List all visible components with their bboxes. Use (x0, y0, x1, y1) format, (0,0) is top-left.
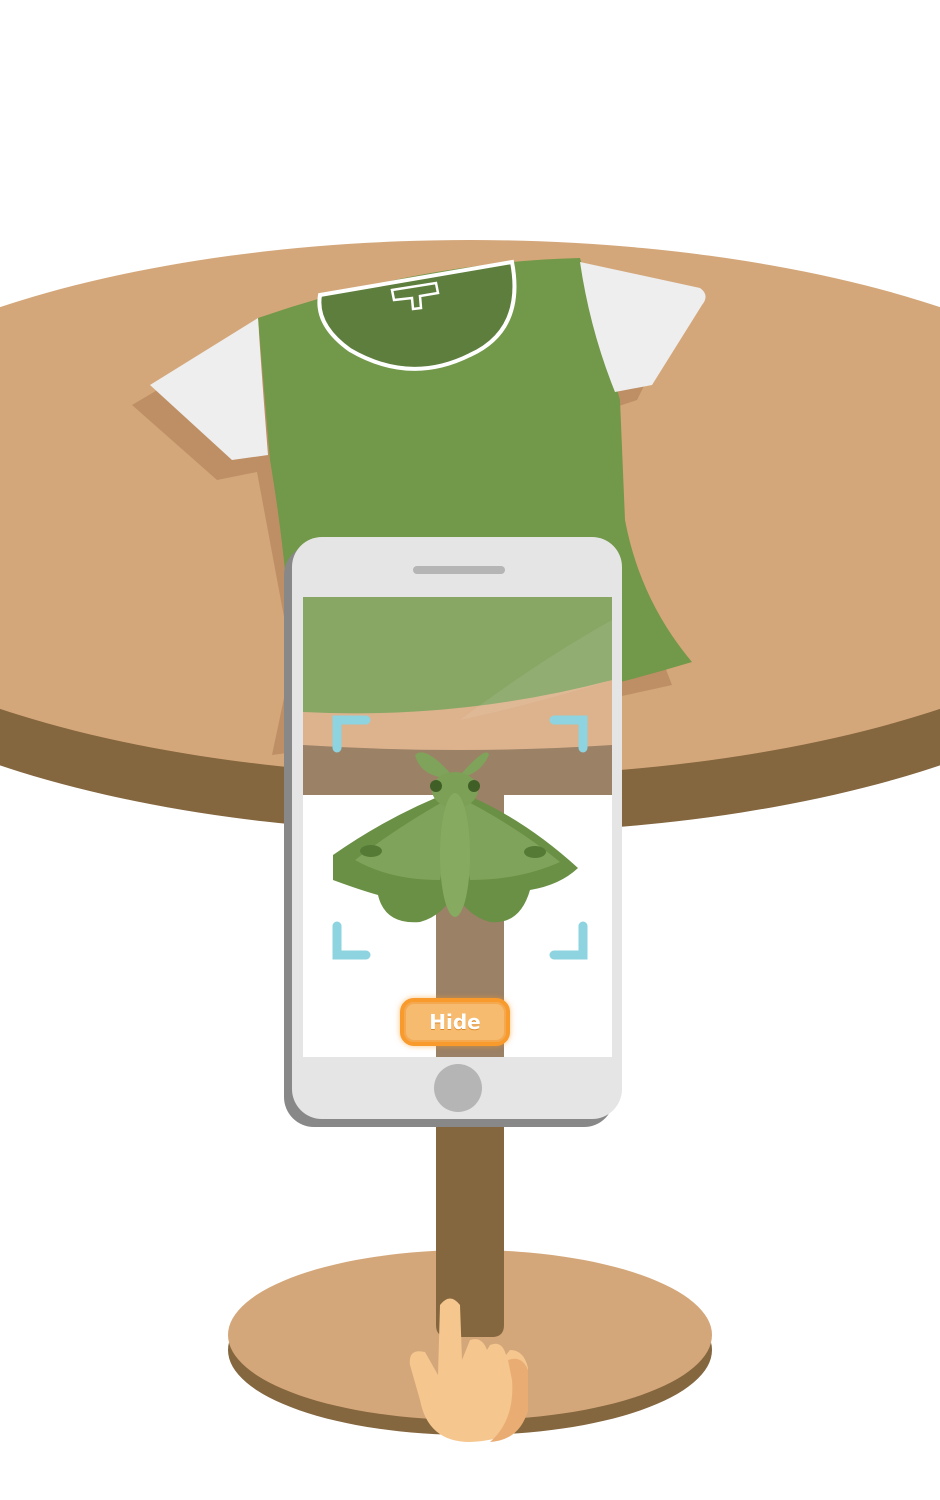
phone-home-button[interactable] (434, 1064, 482, 1112)
phone-speaker (413, 566, 505, 574)
scene (0, 240, 940, 1442)
game-stage: Hide (0, 0, 940, 1500)
hide-button[interactable]: Hide (400, 998, 510, 1046)
